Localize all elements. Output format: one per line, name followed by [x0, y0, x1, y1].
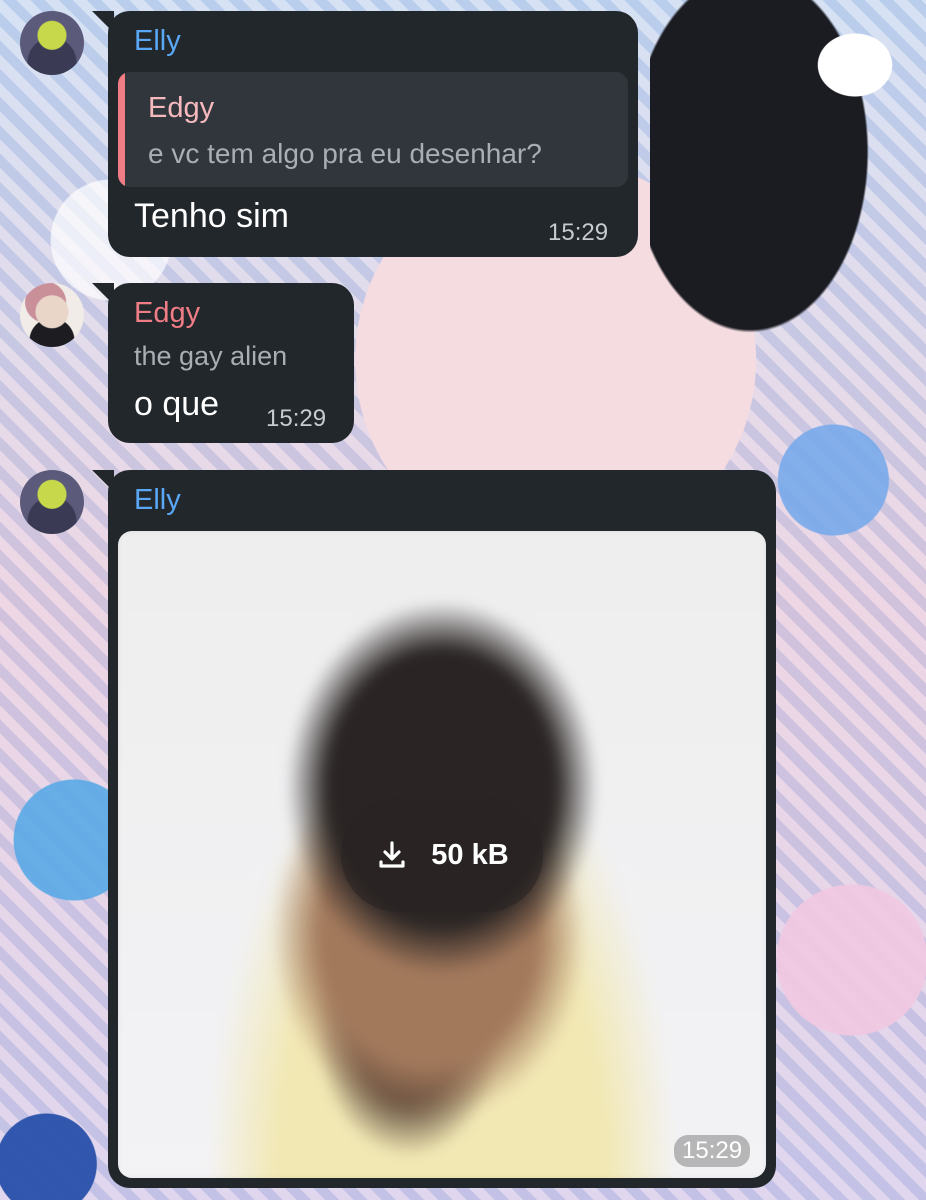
- sender-name[interactable]: Edgy: [134, 297, 200, 330]
- message-text: Tenho sim: [134, 197, 289, 235]
- reply-quote[interactable]: Edgy e vc tem algo pra eu desenhar?: [118, 72, 628, 187]
- reply-text: e vc tem algo pra eu desenhar?: [148, 138, 542, 169]
- message-time: 15:29: [548, 219, 609, 246]
- sender-name[interactable]: Elly: [134, 484, 181, 517]
- message-bubble[interactable]: Elly Edgy e vc tem algo pra eu desenhar?…: [108, 11, 638, 257]
- message-time: 15:29: [266, 405, 327, 432]
- reply-bar: [118, 72, 125, 187]
- message-text: o que: [134, 385, 220, 423]
- message-bubble[interactable]: Edgy the gay alien o que 15:29: [108, 283, 354, 443]
- message-time: 15:29: [674, 1135, 751, 1167]
- avatar-edgy[interactable]: [20, 283, 84, 347]
- photo-attachment[interactable]: 50 kB 15:29: [118, 531, 766, 1178]
- sender-name[interactable]: Elly: [134, 25, 181, 58]
- download-button[interactable]: 50 kB: [341, 798, 543, 912]
- avatar-elly[interactable]: [20, 11, 84, 75]
- download-icon: [375, 838, 409, 872]
- sender-title: the gay alien: [134, 341, 288, 371]
- wallpaper-decoration: [790, 10, 920, 120]
- reply-sender: Edgy: [148, 92, 215, 124]
- message-bubble[interactable]: Elly 50 kB 15:29: [108, 470, 776, 1188]
- download-size: 50 kB: [431, 838, 509, 871]
- avatar-elly[interactable]: [20, 470, 84, 534]
